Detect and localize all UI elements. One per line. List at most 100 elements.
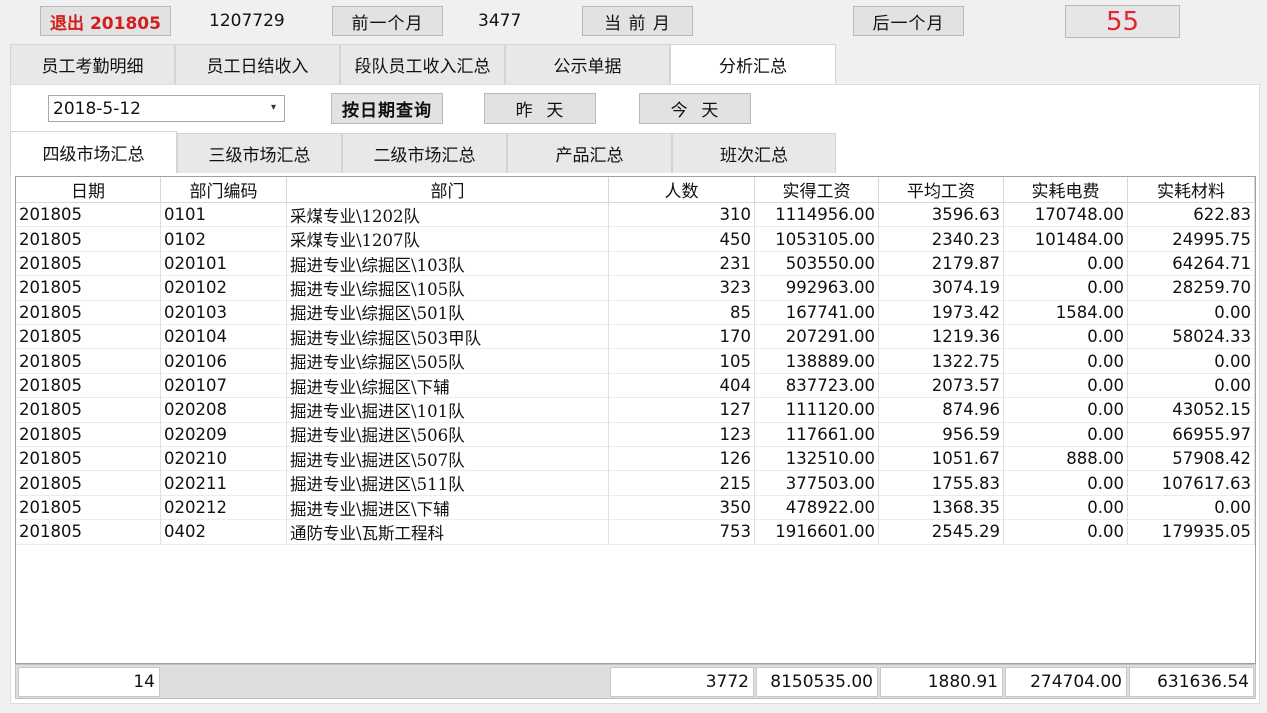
cell-date: 201805	[16, 325, 161, 350]
record-count: 3477	[478, 11, 522, 31]
tab-public-receipts[interactable]: 公示单据	[505, 44, 670, 84]
cell-date: 201805	[16, 422, 161, 447]
table-row[interactable]: 201805 020102 掘进专业\综掘区\105队 323 992963.00 307…	[16, 276, 1255, 301]
cell-people: 127	[609, 398, 755, 423]
cell-wages: 138889.00	[755, 349, 879, 374]
cell-wages: 503550.00	[755, 251, 879, 277]
prev-month-button[interactable]: 前一个月	[332, 6, 443, 36]
chevron-down-icon: ▾	[270, 102, 276, 113]
cell-people: 85	[609, 300, 755, 325]
cell-avg-wage: 1051.67	[879, 447, 1004, 472]
cell-dept: 掘进专业\综掘区\501队	[287, 300, 609, 325]
cell-material: 28259.70	[1128, 276, 1255, 301]
tab-level3-summary[interactable]: 三级市场汇总	[177, 133, 342, 173]
column-header-date[interactable]: 日期	[16, 177, 161, 203]
cell-material: 0.00	[1128, 495, 1255, 521]
cell-date: 201805	[16, 276, 161, 301]
cell-date: 201805	[16, 203, 161, 228]
cell-people: 170	[609, 325, 755, 350]
table-row[interactable]: 201805 0102 采煤专业\1207队 450 1053105.00 2340.23…	[16, 227, 1255, 252]
total-electric: 274704.00	[1005, 667, 1127, 697]
cell-avg-wage: 1755.83	[879, 471, 1004, 496]
tab-shift-summary[interactable]: 班次汇总	[672, 133, 836, 173]
cell-date: 201805	[16, 398, 161, 423]
table-row[interactable]: 201805 020107 掘进专业\综掘区\下辅 404 837723.00 2073.…	[16, 373, 1255, 399]
cell-material: 0.00	[1128, 373, 1255, 399]
cell-avg-wage: 1219.36	[879, 325, 1004, 350]
cell-dept: 采煤专业\1207队	[287, 227, 609, 252]
cell-material: 24995.75	[1128, 227, 1255, 252]
cell-dept: 掘进专业\综掘区\505队	[287, 349, 609, 374]
cell-avg-wage: 2073.57	[879, 373, 1004, 399]
exit-button[interactable]: 退出 201805	[40, 6, 171, 36]
table-row[interactable]: 201805 020208 掘进专业\掘进区\101队 127 111120.00 874…	[16, 398, 1255, 423]
column-header-people[interactable]: 人数	[609, 177, 755, 203]
column-header-electric[interactable]: 实耗电费	[1004, 177, 1128, 203]
cell-date: 201805	[16, 227, 161, 252]
tab-team-income-summary[interactable]: 段队员工收入汇总	[340, 44, 505, 84]
current-month-button[interactable]: 当 前 月	[582, 6, 693, 36]
cell-electric: 0.00	[1004, 495, 1128, 521]
cell-dept-code: 020107	[161, 373, 287, 399]
table-row[interactable]: 201805 020209 掘进专业\掘进区\506队 123 117661.00 956…	[16, 422, 1255, 447]
total-wages: 8150535.00	[756, 667, 878, 697]
grid-header: 日期 部门编码 部门 人数 实得工资 平均工资 实耗电费 实耗材料	[16, 177, 1255, 203]
date-select-value: 2018-5-12	[53, 98, 141, 119]
cell-wages: 1916601.00	[755, 520, 879, 545]
cell-dept: 掘进专业\掘进区\下辅	[287, 495, 609, 521]
tab-level4-summary[interactable]: 四级市场汇总	[10, 131, 177, 173]
column-header-dept[interactable]: 部门	[287, 177, 609, 203]
tab-analysis-summary[interactable]: 分析汇总	[670, 44, 836, 84]
table-row[interactable]: 201805 020210 掘进专业\掘进区\507队 126 132510.00 105…	[16, 447, 1255, 472]
cell-dept: 掘进专业\综掘区\下辅	[287, 373, 609, 399]
table-row[interactable]: 201805 020104 掘进专业\综掘区\503甲队 170 207291.00 12…	[16, 325, 1255, 350]
cell-electric: 0.00	[1004, 471, 1128, 496]
date-select[interactable]: 2018-5-12 ▾	[48, 95, 285, 122]
cell-avg-wage: 874.96	[879, 398, 1004, 423]
table-row[interactable]: 201805 020101 掘进专业\综掘区\103队 231 503550.00 217…	[16, 251, 1255, 277]
table-row[interactable]: 201805 020103 掘进专业\综掘区\501队 85 167741.00 1973…	[16, 300, 1255, 325]
cell-electric: 101484.00	[1004, 227, 1128, 252]
table-row[interactable]: 201805 020212 掘进专业\掘进区\下辅 350 478922.00 1368.…	[16, 495, 1255, 521]
today-button[interactable]: 今 天	[639, 93, 751, 124]
cell-electric: 0.00	[1004, 520, 1128, 545]
query-by-date-button[interactable]: 按日期查询	[331, 93, 443, 124]
cell-dept-code: 020209	[161, 422, 287, 447]
table-row[interactable]: 201805 020106 掘进专业\综掘区\505队 105 138889.00 132…	[16, 349, 1255, 374]
main-tab-bar: 员工考勤明细 员工日结收入 段队员工收入汇总 公示单据 分析汇总	[10, 44, 836, 84]
table-row[interactable]: 201805 0101 采煤专业\1202队 310 1114956.00 3596.63…	[16, 203, 1255, 228]
cell-dept: 采煤专业\1202队	[287, 203, 609, 228]
cell-people: 123	[609, 422, 755, 447]
tab-daily-income[interactable]: 员工日结收入	[175, 44, 340, 84]
cell-dept: 掘进专业\掘进区\101队	[287, 398, 609, 423]
cell-material: 58024.33	[1128, 325, 1255, 350]
cell-date: 201805	[16, 471, 161, 496]
sub-tab-bar: 四级市场汇总 三级市场汇总 二级市场汇总 产品汇总 班次汇总	[10, 131, 836, 173]
column-header-material[interactable]: 实耗材料	[1128, 177, 1255, 203]
cell-avg-wage: 1322.75	[879, 349, 1004, 374]
next-month-button[interactable]: 后一个月	[853, 6, 964, 36]
cell-people: 323	[609, 276, 755, 301]
cell-dept-code: 020211	[161, 471, 287, 496]
cell-electric: 1584.00	[1004, 300, 1128, 325]
cell-dept-code: 0101	[161, 203, 287, 228]
data-grid[interactable]: 日期 部门编码 部门 人数 实得工资 平均工资 实耗电费 实耗材料 201805 0101 采煤专…	[15, 176, 1256, 664]
column-header-dept-code[interactable]: 部门编码	[161, 177, 287, 203]
cell-date: 201805	[16, 251, 161, 277]
cell-date: 201805	[16, 495, 161, 521]
cell-wages: 1053105.00	[755, 227, 879, 252]
tab-product-summary[interactable]: 产品汇总	[507, 133, 672, 173]
column-header-avg-wage[interactable]: 平均工资	[879, 177, 1004, 203]
table-row[interactable]: 201805 020211 掘进专业\掘进区\511队 215 377503.00 175…	[16, 471, 1255, 496]
cell-dept-code: 020208	[161, 398, 287, 423]
yesterday-button[interactable]: 昨 天	[484, 93, 596, 124]
tab-attendance-detail[interactable]: 员工考勤明细	[10, 44, 175, 84]
cell-people: 310	[609, 203, 755, 228]
column-header-wages[interactable]: 实得工资	[755, 177, 879, 203]
table-row[interactable]: 201805 0402 通防专业\瓦斯工程科 753 1916601.00 2545.29…	[16, 520, 1255, 545]
cell-date: 201805	[16, 520, 161, 545]
cell-wages: 132510.00	[755, 447, 879, 472]
cell-dept-code: 020104	[161, 325, 287, 350]
cell-electric: 170748.00	[1004, 203, 1128, 228]
tab-level2-summary[interactable]: 二级市场汇总	[342, 133, 507, 173]
